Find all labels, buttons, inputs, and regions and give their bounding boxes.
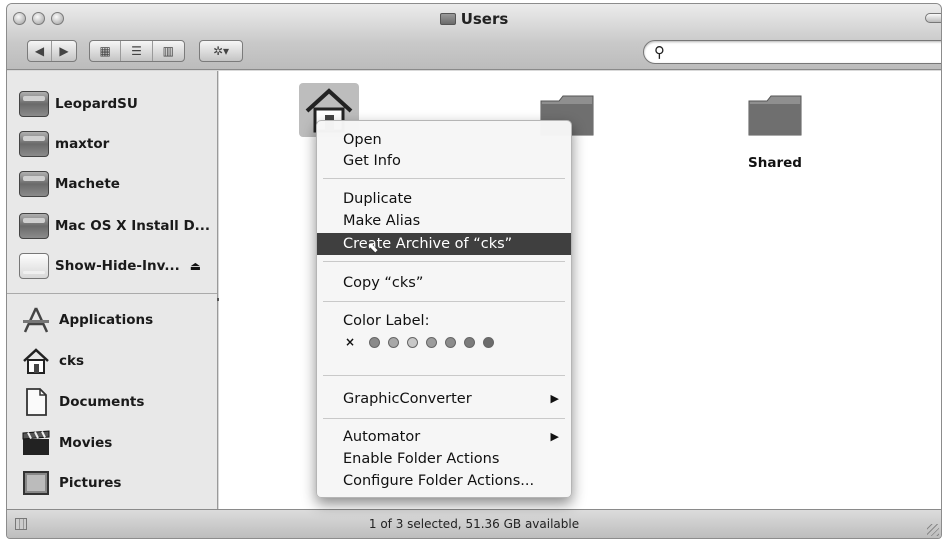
submenu-arrow-icon: ▶ [550, 392, 559, 405]
context-menu: Open Get Info Duplicate Make Alias Creat… [316, 120, 572, 498]
sidebar-item-install-disc[interactable]: Mac OS X Install D... [19, 209, 215, 243]
color-label-dot[interactable] [407, 336, 419, 348]
title-bar: Users ◀ ▶ ▦ ☰ ▥ ✲▾ ⚲ [7, 4, 941, 70]
menu-item-copy[interactable]: Copy “cks” [317, 273, 571, 293]
gear-icon: ✲▾ [212, 44, 230, 58]
column-view-button[interactable]: ▥ [153, 41, 184, 61]
applications-icon [19, 305, 53, 335]
back-button[interactable]: ◀ [28, 41, 53, 61]
menu-item-enable-folder-actions[interactable]: Enable Folder Actions [317, 449, 571, 469]
sidebar-item-leopardsu[interactable]: LeopardSU [19, 87, 215, 121]
eject-icon[interactable]: ⏏ [190, 259, 201, 273]
menu-item-make-alias[interactable]: Make Alias [317, 211, 571, 231]
home-icon [19, 346, 53, 376]
menu-item-get-info[interactable]: Get Info [317, 151, 571, 171]
sidebar-item-applications[interactable]: Applications [19, 303, 215, 337]
back-forward-control: ◀ ▶ [27, 40, 77, 62]
color-label-dot[interactable] [426, 336, 438, 348]
hard-disk-icon [19, 213, 49, 239]
menu-item-open[interactable]: Open [317, 130, 571, 150]
status-text: 1 of 3 selected, 51.36 GB available [368, 517, 580, 531]
menu-item-configure-folder-actions[interactable]: Configure Folder Actions... [317, 471, 571, 491]
search-field[interactable]: ⚲ [643, 40, 941, 64]
documents-icon [19, 387, 53, 417]
menu-item-create-archive[interactable]: Create Archive of “cks” [317, 233, 571, 255]
shared-folder-icon[interactable] [745, 89, 805, 141]
column-view-icon: ▥ [162, 44, 175, 58]
sidebar-toggle-icon[interactable] [15, 518, 27, 530]
toolbar-toggle-button[interactable] [925, 13, 941, 23]
menu-separator [323, 178, 565, 179]
menu-item-duplicate[interactable]: Duplicate [317, 189, 571, 209]
menu-item-color-label: Color Label: [343, 313, 430, 329]
mouse-pointer-icon: ⬉ [367, 240, 379, 256]
color-label-clear[interactable]: × [345, 335, 355, 349]
sidebar-divider [7, 293, 217, 295]
menu-separator [323, 418, 565, 419]
hard-disk-icon [19, 171, 49, 197]
color-label-dot[interactable] [483, 336, 495, 348]
status-bar: 1 of 3 selected, 51.36 GB available [7, 509, 941, 538]
menu-item-automator[interactable]: Automator ▶ [317, 427, 571, 447]
icon-view-button[interactable]: ▦ [90, 41, 122, 61]
users-folder-icon [439, 13, 456, 25]
back-arrow-icon: ◀ [34, 44, 45, 58]
action-menu-button[interactable]: ✲▾ [199, 40, 243, 62]
menu-separator [323, 261, 565, 262]
menu-separator [323, 301, 565, 302]
resize-grip-icon[interactable] [927, 524, 939, 536]
menu-separator [323, 375, 565, 376]
sidebar-item-pictures[interactable]: Pictures [19, 466, 215, 500]
sidebar-item-cks[interactable]: cks [19, 344, 215, 378]
list-view-icon: ☰ [131, 44, 142, 58]
window-title: Users [7, 10, 941, 28]
forward-arrow-icon: ▶ [59, 44, 69, 58]
sidebar-item-maxtor[interactable]: maxtor [19, 127, 215, 161]
view-mode-control: ▦ ☰ ▥ [89, 40, 185, 62]
sidebar-item-documents[interactable]: Documents [19, 385, 215, 419]
icon-view-icon: ▦ [99, 44, 111, 58]
color-label-dot[interactable] [369, 336, 381, 348]
sidebar-item-movies[interactable]: Movies [19, 426, 215, 460]
color-label-dot[interactable] [464, 336, 476, 348]
color-label-dot[interactable] [445, 336, 457, 348]
movies-icon [19, 428, 53, 458]
submenu-arrow-icon: ▶ [550, 430, 559, 443]
list-view-button[interactable]: ☰ [121, 41, 153, 61]
disk-image-icon [19, 253, 49, 279]
pictures-icon [19, 468, 53, 498]
hard-disk-icon [19, 91, 49, 117]
sidebar-item-machete[interactable]: Machete [19, 167, 215, 201]
color-label-picker: × [345, 335, 498, 349]
forward-button[interactable]: ▶ [52, 41, 76, 61]
sidebar: LeopardSU maxtor Machete Mac OS X Instal… [7, 71, 220, 511]
sidebar-item-show-hide[interactable]: Show-Hide-Inv... ⏏ [19, 249, 215, 283]
search-icon: ⚲ [654, 43, 665, 61]
color-label-dot[interactable] [388, 336, 400, 348]
menu-item-graphicconverter[interactable]: GraphicConverter ▶ [317, 389, 571, 409]
shared-folder-label: Shared [748, 155, 802, 171]
hard-disk-icon [19, 131, 49, 157]
